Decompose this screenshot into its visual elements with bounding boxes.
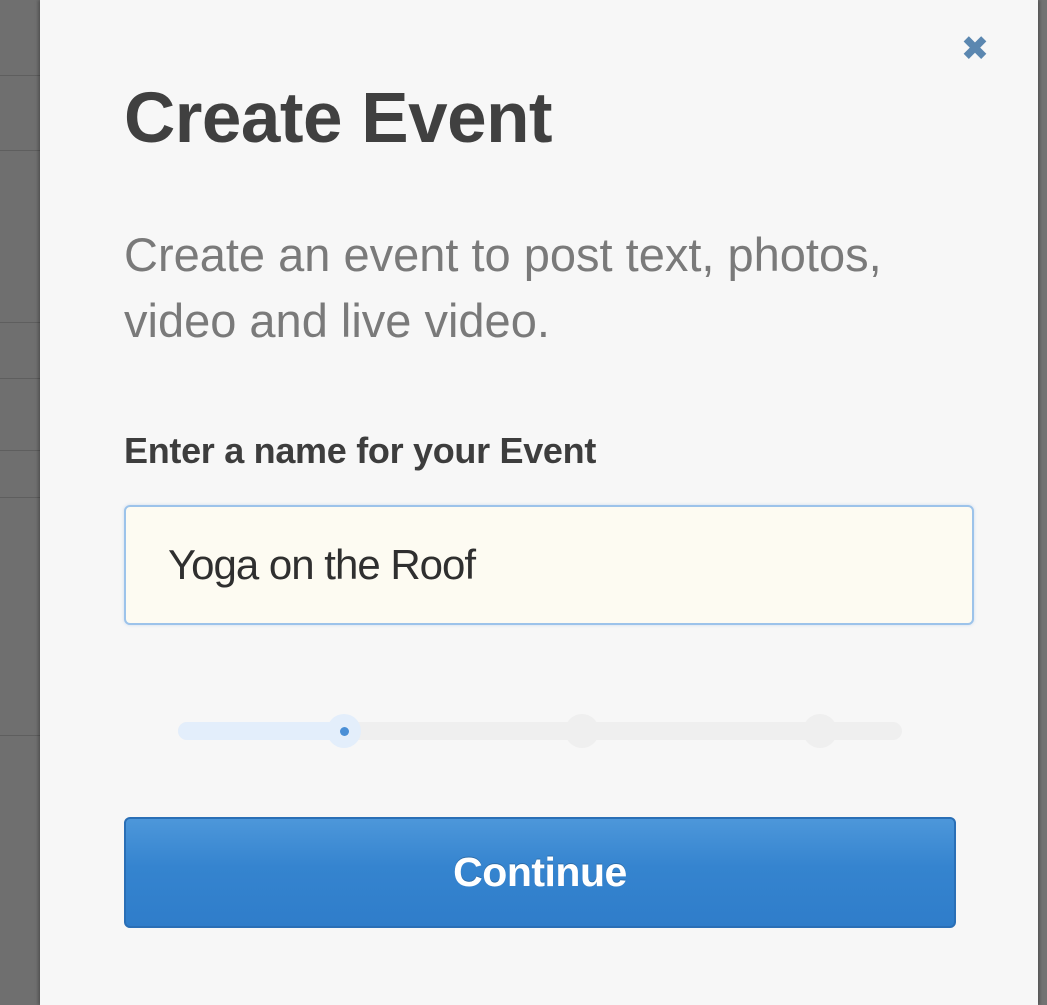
create-event-modal: ✖ Create Event Create an event to post t… [40,0,1038,1005]
event-name-label: Enter a name for your Event [124,430,597,471]
backdrop-right-edge [1037,0,1047,1005]
backdrop-divider [0,322,40,323]
event-name-input[interactable] [124,505,974,625]
backdrop-divider [0,150,40,151]
backdrop-divider [0,450,40,451]
modal-title: Create Event [124,79,553,158]
backdrop-divider [0,378,40,379]
progress-step-1 [327,714,361,748]
progress-step-2 [565,714,599,748]
continue-button[interactable]: Continue [124,817,956,928]
modal-description: Create an event to post text, photos, vi… [124,228,882,347]
backdrop-divider [0,497,40,498]
step-progress-indicator [178,714,902,748]
progress-step-3 [803,714,837,748]
backdrop-divider [0,735,40,736]
close-icon[interactable]: ✖ [960,32,990,66]
backdrop-divider [0,75,40,76]
